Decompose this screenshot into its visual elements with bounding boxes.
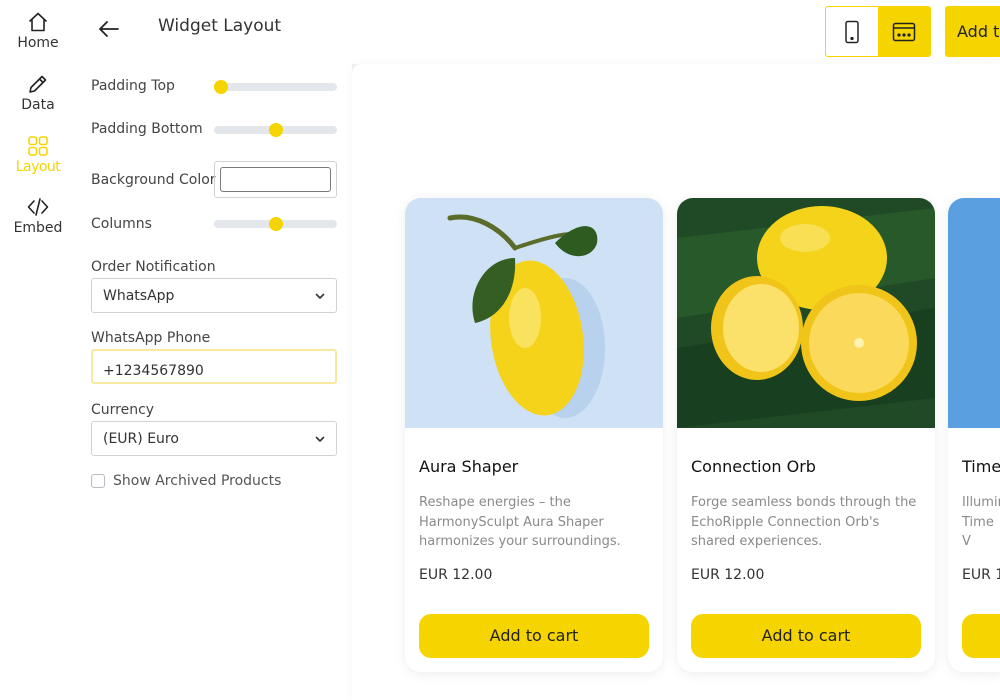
nav-item-home[interactable]: Home (0, 10, 76, 51)
product-image-lemon (405, 198, 663, 428)
currency-select[interactable]: (EUR) Euro (91, 421, 337, 456)
nav-label-home: Home (17, 35, 59, 51)
mobile-icon (845, 20, 859, 43)
product-price: EUR 1 (962, 567, 1000, 583)
product-description: Illumin Time V (962, 495, 1000, 549)
mobile-view-button[interactable] (826, 7, 878, 56)
product-name: Time (962, 457, 1000, 476)
back-arrow-icon[interactable] (96, 16, 122, 42)
nav-label-embed: Embed (13, 220, 63, 236)
whatsapp-phone-label: WhatsApp Phone (91, 330, 211, 346)
order-notification-label: Order Notification (91, 259, 216, 275)
order-notification-value: WhatsApp (103, 288, 175, 304)
show-archived-label: Show Archived Products (113, 473, 282, 489)
product-description: Reshape energies – the HarmonySculpt Aur… (419, 495, 621, 549)
page-title: Widget Layout (158, 16, 282, 36)
product-card: Aura Shaper Reshape energies – the Harmo… (405, 198, 663, 672)
chevron-down-icon (315, 293, 325, 299)
nav-label-layout: Layout (15, 159, 61, 175)
slider-knob[interactable] (214, 80, 229, 94)
slider-knob[interactable] (268, 217, 283, 231)
product-card: Connection Orb Forge seamless bonds thro… (677, 198, 935, 672)
desktop-icon (892, 22, 916, 41)
color-swatch (220, 167, 331, 192)
add-to-cart-button[interactable]: Add to cart (691, 614, 921, 658)
show-archived-checkbox[interactable] (91, 474, 105, 488)
background-color-picker[interactable] (214, 161, 337, 198)
pencil-icon (29, 75, 47, 93)
product-card: Time Illumin Time V EUR 1 (948, 198, 1000, 672)
desktop-view-button[interactable] (878, 7, 930, 56)
columns-label: Columns (91, 216, 152, 232)
padding-top-slider[interactable] (214, 80, 337, 94)
home-icon (28, 12, 48, 32)
whatsapp-phone-input[interactable] (91, 349, 337, 384)
product-description: Forge seamless bonds through the EchoRip… (691, 495, 917, 549)
nav-label-data: Data (21, 97, 55, 113)
product-image-partial (948, 198, 1000, 428)
product-name: Connection Orb (691, 457, 816, 476)
slider-knob[interactable] (268, 123, 283, 137)
product-price: EUR 12.00 (691, 567, 765, 583)
product-name: Aura Shaper (419, 457, 519, 476)
grid-icon (28, 136, 48, 156)
code-icon (27, 198, 49, 216)
left-nav: Home Data Layout Embed (0, 0, 76, 700)
nav-item-data[interactable]: Data (0, 72, 76, 113)
add-to-cart-button[interactable] (962, 614, 1000, 658)
settings-panel: Padding Top Padding Bottom Background Co… (76, 64, 352, 700)
padding-bottom-slider[interactable] (214, 123, 337, 137)
add-to-button[interactable]: Add to (945, 6, 1000, 57)
chevron-down-icon (315, 436, 325, 442)
currency-value: (EUR) Euro (103, 431, 179, 447)
device-toggle (825, 6, 931, 57)
order-notification-select[interactable]: WhatsApp (91, 278, 337, 313)
nav-item-embed[interactable]: Embed (0, 195, 76, 236)
top-bar: Widget Layout Add to (76, 0, 1000, 64)
nav-item-layout[interactable]: Layout (0, 134, 76, 175)
show-archived-row[interactable]: Show Archived Products (91, 473, 281, 489)
add-to-cart-button[interactable]: Add to cart (419, 614, 649, 658)
currency-label: Currency (91, 402, 155, 418)
background-color-label: Background Color (91, 172, 216, 188)
columns-slider[interactable] (214, 217, 337, 231)
padding-bottom-label: Padding Bottom (91, 121, 203, 137)
product-price: EUR 12.00 (419, 567, 493, 583)
product-image-lemons-on-leaf (677, 198, 935, 428)
widget-preview: Aura Shaper Reshape energies – the Harmo… (352, 64, 1000, 700)
padding-top-label: Padding Top (91, 78, 175, 94)
